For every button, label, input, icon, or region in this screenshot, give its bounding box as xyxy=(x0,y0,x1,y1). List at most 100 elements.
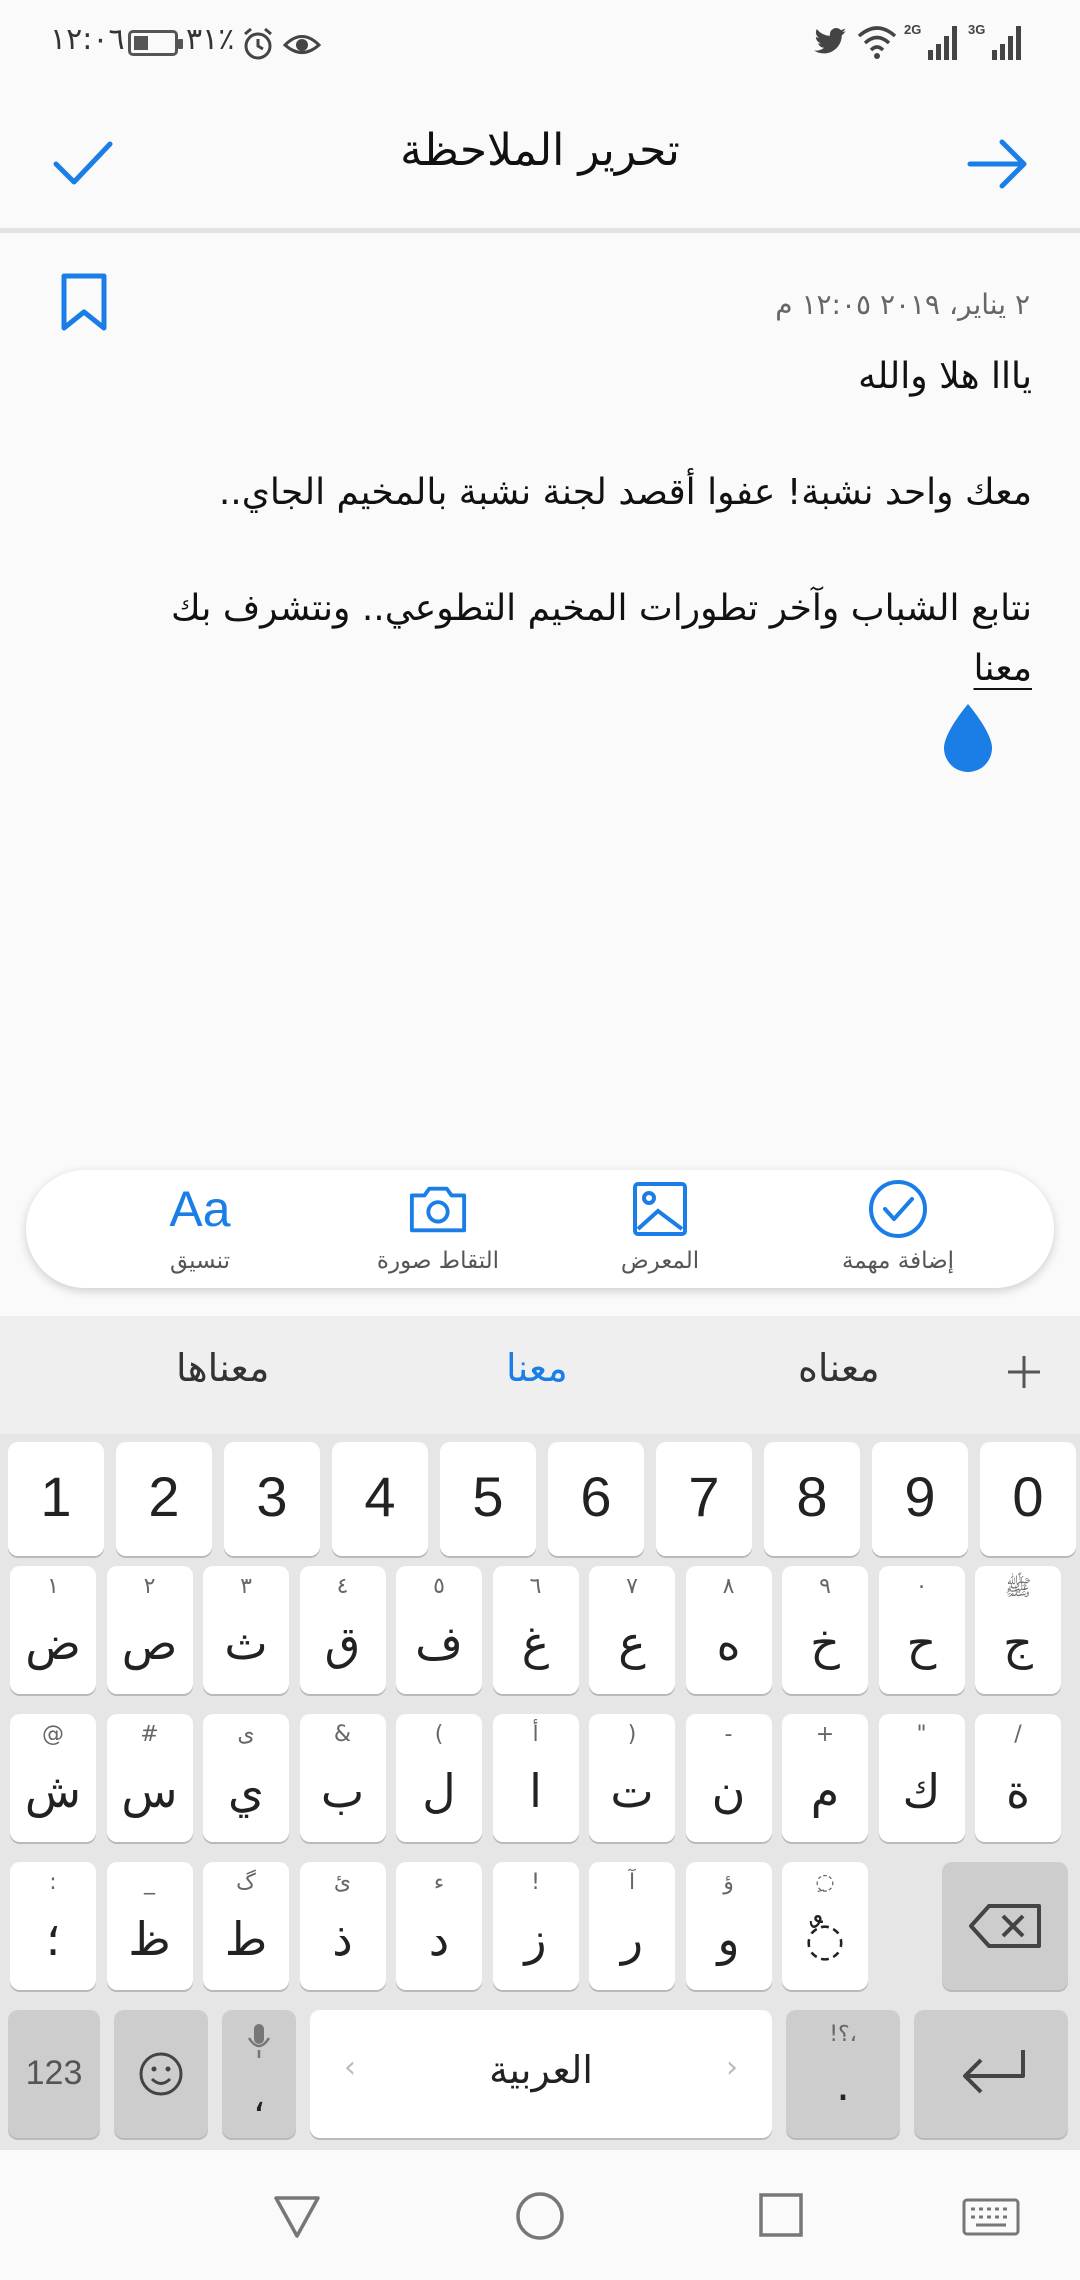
signal-2g-icon: 2G xyxy=(904,22,957,60)
network-3g-label: 3G xyxy=(968,22,985,37)
chevron-right-icon: › xyxy=(726,2050,738,2085)
letter-key[interactable]: ٢ص xyxy=(106,1566,193,1694)
letter-key[interactable]: ٦غ xyxy=(492,1566,579,1694)
digit-key[interactable]: 3 xyxy=(224,1442,320,1556)
digit-key[interactable]: 2 xyxy=(116,1442,212,1556)
add-task-button[interactable]: إضافة مهمة xyxy=(798,1170,998,1288)
text-cursor-handle[interactable] xyxy=(938,702,998,774)
letter-key[interactable]: ٨ه xyxy=(685,1566,772,1694)
bookmark-button[interactable] xyxy=(58,272,110,332)
keyboard: 1234567890 ﷺج٠ح٩خ٨ه٧ع٦غ٥ف٤ق٣ث٢ص١ض / ة " ك + م… xyxy=(0,1434,1080,2150)
smiley-icon xyxy=(139,2052,183,2096)
letter-key[interactable]: ! ز xyxy=(492,1862,579,1990)
numbers-mode-key[interactable]: 123 xyxy=(8,2010,100,2138)
page-title: تحرير الملاحظة xyxy=(400,125,680,176)
letter-key[interactable]: ◌ِ ◌ٌ xyxy=(782,1862,868,1990)
digit-key[interactable]: 4 xyxy=(332,1442,428,1556)
letter-key[interactable]: ٩خ xyxy=(782,1566,868,1694)
digit-key[interactable]: 5 xyxy=(440,1442,536,1556)
digit-key[interactable]: 0 xyxy=(980,1442,1076,1556)
alarm-icon xyxy=(244,27,272,60)
suggestion-item-selected[interactable]: معنا xyxy=(506,1346,568,1390)
period-key[interactable]: !؟، . xyxy=(786,2010,900,2138)
take-photo-label: التقاط صورة xyxy=(376,1248,500,1274)
suggestion-item[interactable]: معناه xyxy=(798,1346,880,1390)
enter-arrow-icon xyxy=(963,2050,1025,2094)
microphone-icon xyxy=(247,2024,271,2058)
format-aa-icon: Aa xyxy=(169,1181,231,1237)
backspace-key[interactable] xyxy=(942,1862,1068,1990)
letter-key[interactable]: @ ش xyxy=(10,1714,96,1842)
emoji-key[interactable] xyxy=(114,2010,208,2138)
note-action-toolbar: Aa تنسيق التقاط صورة المعرض إضافة مهمة xyxy=(26,1170,1054,1288)
status-time: ١٢:٠٦ xyxy=(50,22,125,57)
header-divider xyxy=(0,228,1080,233)
network-2g-label: 2G xyxy=(904,22,921,37)
camera-icon xyxy=(409,1186,467,1233)
letter-key[interactable]: ١ض xyxy=(10,1566,96,1694)
wifi-icon xyxy=(857,26,897,59)
letter-key[interactable]: ؤو xyxy=(685,1862,772,1990)
gallery-icon xyxy=(633,1182,687,1236)
note-current-word[interactable]: معنا xyxy=(974,648,1032,689)
letter-key[interactable]: ٠ح xyxy=(878,1566,965,1694)
suggestion-bar: معناه معنا معناها xyxy=(0,1316,1080,1434)
twitter-icon xyxy=(814,27,846,54)
letter-key[interactable]: _ ظ xyxy=(106,1862,193,1990)
note-line-3[interactable]: نتابع الشباب وآخر تطورات المخيم التطوعي.… xyxy=(171,588,1032,629)
format-label: تنسيق xyxy=(170,1248,230,1274)
forward-arrow-button[interactable] xyxy=(960,126,1036,202)
letter-key[interactable]: ) ت xyxy=(589,1714,675,1842)
note-date: ٢ يناير، ٢٠١٩ ١٢:٠٥ م xyxy=(775,288,1030,321)
note-line-1[interactable]: يااا هلا والله xyxy=(858,356,1032,397)
letter-key[interactable]: / ة xyxy=(975,1714,1061,1842)
suggestion-item[interactable]: معناها xyxy=(176,1346,269,1390)
space-key[interactable]: ‹ العربية › xyxy=(310,2010,772,2138)
backspace-icon xyxy=(969,1904,1041,1948)
letter-key[interactable]: & ب xyxy=(299,1714,386,1842)
letter-key[interactable]: ئذ xyxy=(299,1862,386,1990)
letter-key[interactable]: ٣ث xyxy=(203,1566,289,1694)
digit-key[interactable]: 9 xyxy=(872,1442,968,1556)
gallery-label: المعرض xyxy=(620,1248,700,1274)
system-nav-bar xyxy=(0,2150,1080,2280)
take-photo-button[interactable]: التقاط صورة xyxy=(338,1170,538,1288)
digit-key[interactable]: 6 xyxy=(548,1442,644,1556)
app-header: تحرير الملاحظة xyxy=(0,90,1080,230)
digit-key[interactable]: 8 xyxy=(764,1442,860,1556)
letter-key[interactable]: ٤ق xyxy=(299,1566,386,1694)
digit-key[interactable]: 7 xyxy=(656,1442,752,1556)
letter-key[interactable]: ٥ف xyxy=(396,1566,482,1694)
format-button[interactable]: Aa تنسيق xyxy=(100,1170,300,1288)
letter-key[interactable]: -ن xyxy=(685,1714,772,1842)
home-circle-icon[interactable] xyxy=(514,2190,566,2242)
check-circle-icon xyxy=(869,1180,927,1238)
add-task-label: إضافة مهمة xyxy=(841,1248,955,1274)
digit-key[interactable]: 1 xyxy=(8,1442,104,1556)
space-key-label: العربية xyxy=(489,2048,593,2092)
eye-comfort-icon xyxy=(282,35,322,54)
note-line-2[interactable]: معك واحد نشبة! عفوا أقصد لجنة نشبة بالمخ… xyxy=(219,472,1032,513)
letter-key[interactable]: ﷺج xyxy=(975,1566,1061,1694)
letter-key[interactable]: آر xyxy=(589,1862,675,1990)
back-triangle-icon[interactable] xyxy=(272,2194,322,2240)
comma-voice-key[interactable]: ، xyxy=(222,2010,296,2138)
letter-key[interactable]: ىي xyxy=(203,1714,289,1842)
add-word-plus-icon[interactable] xyxy=(1006,1354,1042,1390)
letter-key[interactable]: أا xyxy=(492,1714,579,1842)
keyboard-toggle-icon[interactable] xyxy=(962,2198,1020,2236)
letter-key[interactable]: : ؛ xyxy=(10,1862,96,1990)
gallery-button[interactable]: المعرض xyxy=(560,1170,760,1288)
letter-key[interactable]: # س xyxy=(106,1714,193,1842)
letter-key[interactable]: + م xyxy=(782,1714,868,1842)
recents-square-icon[interactable] xyxy=(758,2192,804,2238)
status-bar: ١٢:٠٦ ٣١٪ 2G 3G xyxy=(0,0,1080,90)
letter-key[interactable]: " ك xyxy=(878,1714,965,1842)
letter-key[interactable]: (ل xyxy=(396,1714,482,1842)
letter-key[interactable]: گط xyxy=(203,1862,289,1990)
battery-icon xyxy=(128,30,183,56)
letter-key[interactable]: ٧ع xyxy=(589,1566,675,1694)
enter-key[interactable] xyxy=(914,2010,1068,2138)
letter-key[interactable]: ءد xyxy=(396,1862,482,1990)
signal-3g-icon: 3G xyxy=(968,22,1021,60)
